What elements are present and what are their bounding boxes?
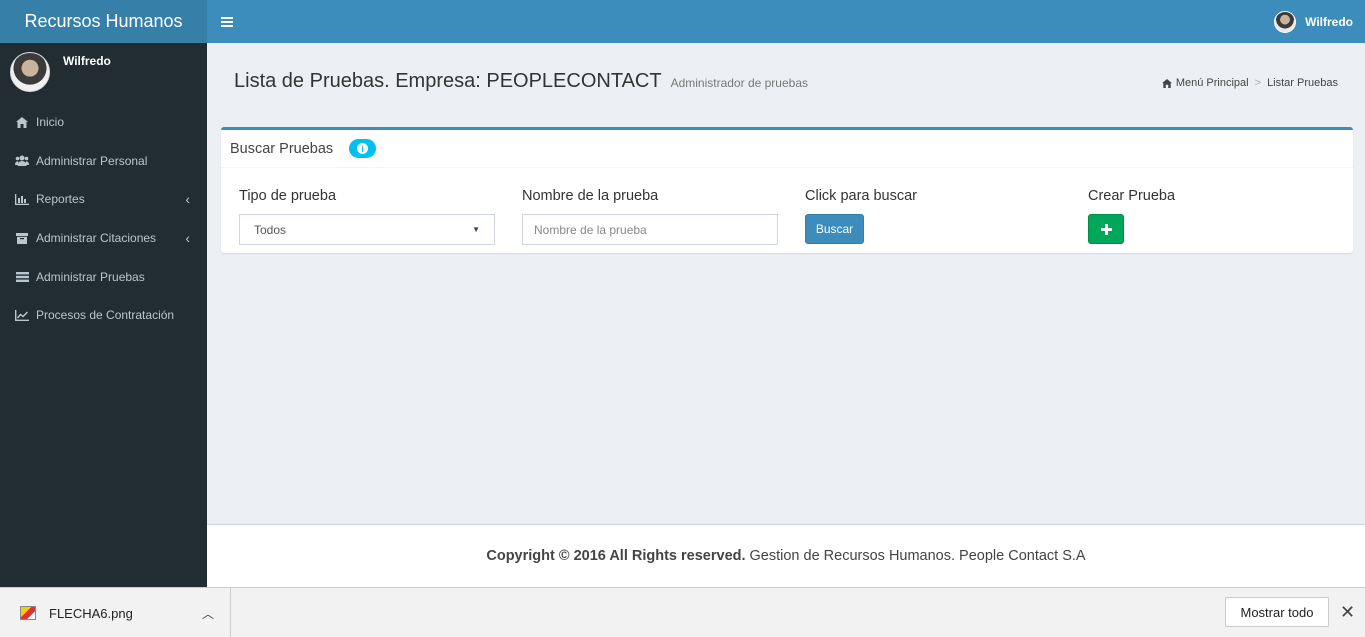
name-label: Nombre de la prueba (522, 188, 659, 204)
navbar-user-name: Wilfredo (1305, 14, 1353, 29)
user-menu[interactable]: Wilfredo (1274, 10, 1353, 33)
sidebar-item-administrar-citaciones[interactable]: Administrar Citaciones ‹ (0, 219, 207, 258)
sidebar-item-label: Procesos de Contratación (36, 308, 175, 323)
chevron-left-icon: ‹ (185, 191, 190, 208)
brand-text: Recursos Humanos (24, 11, 183, 31)
breadcrumb: Menú Principal > Listar Pruebas (1161, 77, 1338, 89)
type-select-value: Todos (254, 222, 287, 237)
download-item[interactable]: FLECHA6.png ︿ (0, 588, 231, 637)
download-file-name: FLECHA6.png (49, 605, 133, 621)
download-bar: FLECHA6.png ︿ Mostrar todo ✕ (0, 587, 1365, 637)
box-header: Buscar Pruebas i (221, 130, 1353, 168)
sidebar-item-inicio[interactable]: Inicio (0, 103, 207, 142)
search-box: Buscar Pruebas i Tipo de prueba Todos ▼ … (221, 127, 1353, 253)
sidebar-item-label: Administrar Personal (36, 153, 148, 168)
show-all-button[interactable]: Mostrar todo (1225, 597, 1329, 627)
footer: Copyright © 2016 All Rights reserved. Ge… (207, 524, 1365, 587)
box-title: Buscar Pruebas (230, 140, 334, 157)
sidebar: Wilfredo Inicio Administrar Personal Rep… (0, 43, 207, 587)
content-header: Lista de Pruebas. Empresa: PEOPLECONTACT… (234, 70, 808, 93)
name-input[interactable] (522, 214, 778, 245)
footer-copyright: Copyright © 2016 All Rights reserved. (486, 548, 746, 564)
sidebar-toggle-icon[interactable] (221, 16, 233, 27)
search-label: Click para buscar (805, 188, 918, 204)
avatar (1274, 10, 1297, 33)
sidebar-item-label: Reportes (36, 192, 85, 207)
type-select[interactable]: Todos ▼ (239, 214, 495, 245)
home-icon (15, 116, 29, 128)
page-subtitle: Administrador de pruebas (670, 76, 808, 90)
plus-icon (1100, 223, 1112, 235)
user-panel: Wilfredo (0, 43, 207, 101)
line-chart-icon (15, 309, 29, 321)
list-icon (15, 271, 29, 282)
create-test-button[interactable] (1088, 214, 1124, 244)
breadcrumb-separator: > (1254, 77, 1262, 89)
sidebar-item-label: Administrar Citaciones (36, 231, 157, 246)
sidebar-item-reportes[interactable]: Reportes ‹ (0, 180, 207, 219)
type-label: Tipo de prueba (239, 188, 337, 204)
breadcrumb-item: Menú Principal (1175, 77, 1249, 89)
breadcrumb-home[interactable]: Menú Principal (1161, 77, 1249, 89)
close-icon[interactable]: ✕ (1340, 603, 1355, 621)
sidebar-item-administrar-personal[interactable]: Administrar Personal (0, 142, 207, 181)
page-title: Lista de Pruebas. Empresa: PEOPLECONTACT (234, 70, 662, 92)
users-icon (15, 155, 29, 167)
sidebar-item-administrar-pruebas[interactable]: Administrar Pruebas (0, 257, 207, 296)
sidebar-menu: Inicio Administrar Personal Reportes ‹ A… (0, 103, 207, 335)
bar-chart-icon (15, 193, 29, 205)
caret-down-icon: ▼ (472, 225, 480, 234)
sidebar-item-label: Inicio (36, 115, 65, 130)
search-button[interactable]: Buscar (805, 214, 864, 244)
breadcrumb-current: Listar Pruebas (1267, 77, 1338, 89)
sidebar-user-name: Wilfredo (63, 54, 111, 68)
top-navbar: Wilfredo (207, 0, 1365, 43)
sidebar-item-procesos-de-contratacion[interactable]: Procesos de Contratación (0, 296, 207, 335)
sidebar-item-label: Administrar Pruebas (36, 269, 145, 284)
avatar (10, 52, 50, 92)
chevron-left-icon: ‹ (185, 230, 190, 247)
info-icon: i (357, 143, 369, 154)
chevron-up-icon[interactable]: ︿ (202, 605, 214, 622)
home-icon (1161, 78, 1172, 88)
create-label: Crear Prueba (1088, 188, 1176, 204)
footer-text: Gestion de Recursos Humanos. People Cont… (749, 548, 1086, 564)
brand-logo[interactable]: Recursos Humanos (0, 0, 207, 43)
image-file-icon (20, 606, 36, 620)
info-button[interactable]: i (349, 139, 377, 158)
archive-icon (15, 232, 29, 244)
